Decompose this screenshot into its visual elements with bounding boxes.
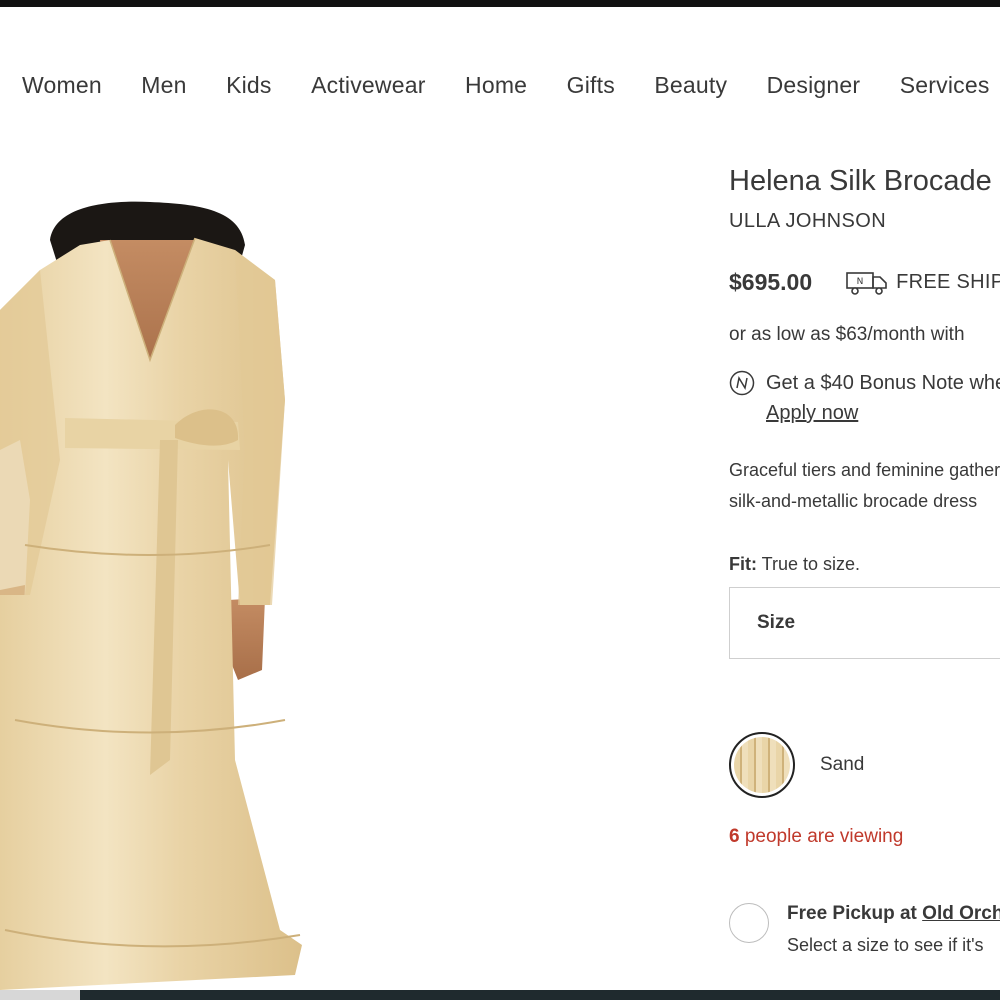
product-description: Graceful tiers and feminine gathers silk…	[729, 455, 1000, 517]
scrollbar-thumb[interactable]	[0, 990, 80, 1000]
nav-kids[interactable]: Kids	[226, 72, 272, 99]
product-title: Helena Silk Brocade Midi Dress	[729, 165, 1000, 197]
nav-gifts[interactable]: Gifts	[567, 72, 615, 99]
size-select[interactable]: Size	[729, 587, 1000, 659]
pickup-store-link[interactable]: Old Orchard	[922, 903, 1000, 924]
delivery-truck-icon: N	[846, 270, 888, 296]
main-navigation: Women Men Kids Activewear Home Gifts Bea…	[22, 72, 1000, 99]
color-swatch-sand[interactable]	[729, 732, 795, 798]
product-info: Helena Silk Brocade Midi Dress ULLA JOHN…	[729, 165, 1000, 956]
viewing-count: 6 people are viewing	[729, 826, 1000, 848]
browser-top-bar	[0, 0, 1000, 7]
nav-services[interactable]: Services	[900, 72, 990, 99]
free-shipping-label: FREE SHIPPING	[896, 271, 1000, 293]
bonus-note-row: Get a $40 Bonus Note when	[729, 370, 1000, 396]
color-name: Sand	[820, 754, 865, 775]
nav-activewear[interactable]: Activewear	[311, 72, 425, 99]
description-line: Graceful tiers and feminine gathers	[729, 460, 1000, 480]
product-image[interactable]	[0, 200, 320, 990]
pickup-radio[interactable]	[729, 903, 769, 943]
horizontal-scrollbar[interactable]	[0, 990, 1000, 1000]
fit-info: Fit: True to size.	[729, 554, 1000, 575]
fit-value: True to size.	[761, 554, 861, 574]
size-select-label: Size	[757, 612, 796, 633]
bonus-note-text: Get a $40 Bonus Note when	[766, 371, 1000, 394]
pickup-option: Free Pickup at Old Orchard Select a size…	[729, 903, 1000, 956]
viewing-text: people are viewing	[744, 826, 904, 847]
apply-now-link[interactable]: Apply now	[766, 402, 1000, 425]
viewing-number: 6	[729, 826, 740, 847]
price-row: $695.00 N FREE SHIPPING	[729, 269, 1000, 296]
pickup-subtext: Select a size to see if it's	[787, 935, 984, 955]
brand-name[interactable]: ULLA JOHNSON	[729, 210, 1000, 233]
pickup-text: Free Pickup at Old Orchard Select a size…	[787, 903, 1000, 956]
fit-label: Fit:	[729, 554, 757, 574]
swatch-image	[734, 737, 790, 793]
installment-text: or as low as $63/month with	[729, 324, 965, 345]
nordstrom-note-icon	[729, 370, 755, 396]
description-line: silk-and-metallic brocade dress	[729, 491, 978, 511]
nav-men[interactable]: Men	[141, 72, 186, 99]
nav-designer[interactable]: Designer	[767, 72, 861, 99]
pickup-label: Free Pickup at	[787, 903, 917, 924]
color-swatch-row: Sand	[729, 732, 1000, 798]
dress-photo	[0, 201, 302, 990]
nav-home[interactable]: Home	[465, 72, 527, 99]
svg-text:N: N	[857, 277, 864, 287]
nav-beauty[interactable]: Beauty	[654, 72, 727, 99]
nav-women[interactable]: Women	[22, 72, 102, 99]
product-price: $695.00	[729, 269, 813, 295]
